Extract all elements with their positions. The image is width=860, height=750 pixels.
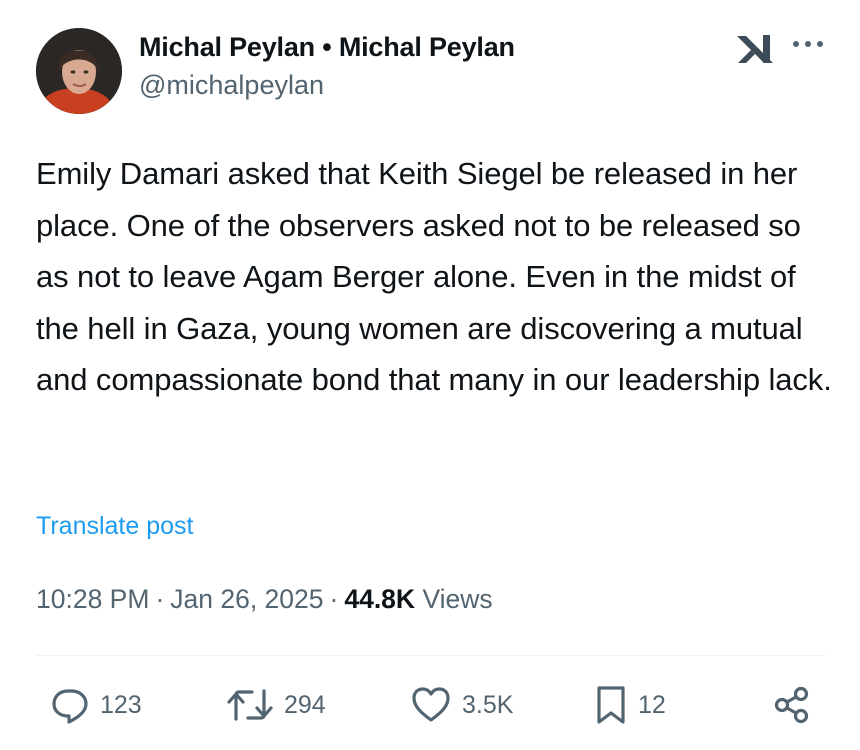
share-icon [772,685,812,725]
action-bar: 123 294 3.5K 12 [0,680,860,730]
bookmark-count: 12 [638,690,666,719]
post-time[interactable]: 10:28 PM [36,584,149,614]
separator-dot: · [155,584,165,614]
divider [36,655,826,656]
separator-dot: · [329,584,339,614]
author-display-name[interactable]: Michal Peylan • Michal Peylan [139,32,515,63]
post-date[interactable]: Jan 26, 2025 [170,584,323,614]
x-logo-icon[interactable] [735,32,775,66]
repost-icon [226,685,274,725]
heart-icon [410,685,452,725]
post-header: Michal Peylan • Michal Peylan @michalpey… [36,28,826,118]
author-handle[interactable]: @michalpeylan [139,70,515,101]
post-meta: 10:28 PM · Jan 26, 2025 · 44.8K Views [36,584,493,615]
bookmark-icon [594,684,628,726]
more-icon[interactable] [788,34,828,54]
like-count: 3.5K [462,690,514,719]
like-button[interactable]: 3.5K [410,680,513,730]
share-button[interactable] [772,680,812,730]
post-text: Emily Damari asked that Keith Siegel be … [36,156,832,397]
reply-count: 123 [100,690,142,719]
bookmark-button[interactable]: 12 [594,680,666,730]
reply-icon [50,685,90,725]
repost-button[interactable]: 294 [226,680,326,730]
avatar[interactable] [36,28,122,114]
views-count[interactable]: 44.8K [344,584,415,614]
views-label[interactable]: Views [422,584,492,614]
repost-count: 294 [284,690,326,719]
translate-post-link[interactable]: Translate post [36,512,193,541]
reply-button[interactable]: 123 [50,680,142,730]
